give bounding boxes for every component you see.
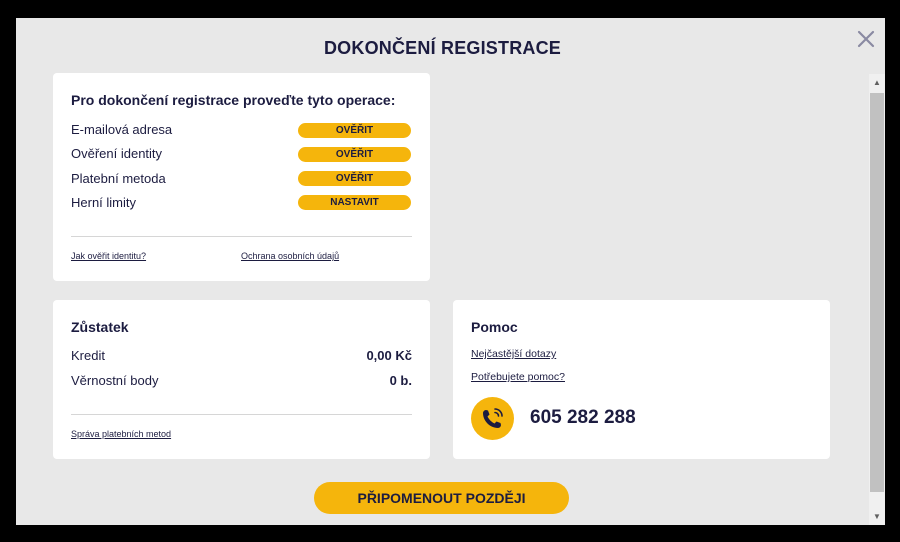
credit-value: 0,00 Kč: [366, 348, 412, 363]
task-label-payment: Platební metoda: [71, 171, 166, 186]
faq-link[interactable]: Nejčastější dotazy: [471, 348, 556, 360]
manage-payment-methods-link[interactable]: Správa platebních metod: [71, 429, 171, 439]
tasks-heading: Pro dokončení registrace proveďte tyto o…: [71, 92, 396, 108]
modal-title: DOKONČENÍ REGISTRACE: [323, 38, 561, 58]
balance-heading: Zůstatek: [71, 319, 129, 335]
remind-later-button[interactable]: PŘIPOMENOUT POZDĚJI: [314, 482, 569, 514]
verify-payment-button[interactable]: OVĚŘIT: [298, 171, 411, 186]
loyalty-points-value: 0 b.: [389, 373, 412, 388]
phone-number[interactable]: 605 282 288: [530, 407, 636, 429]
verify-identity-button[interactable]: OVĚŘIT: [298, 147, 411, 162]
close-icon[interactable]: [854, 27, 878, 51]
scrollbar-thumb[interactable]: [870, 93, 884, 492]
verify-email-button[interactable]: OVĚŘIT: [298, 123, 411, 138]
scroll-up-icon[interactable]: ▲: [869, 76, 885, 90]
scroll-down-icon[interactable]: ▼: [869, 510, 885, 524]
tasks-divider: [71, 236, 412, 237]
set-limits-button[interactable]: NASTAVIT: [298, 195, 411, 210]
help-card: Pomoc Nejčastější dotazy Potřebujete pom…: [453, 300, 830, 459]
task-label-email: E-mailová adresa: [71, 122, 173, 137]
need-help-link[interactable]: Potřebujete pomoc?: [471, 371, 565, 383]
balance-divider: [71, 414, 412, 415]
privacy-link[interactable]: Ochrana osobních údajů: [241, 251, 339, 261]
verify-identity-help-link[interactable]: Jak ověřit identitu?: [71, 251, 146, 261]
registration-modal: DOKONČENÍ REGISTRACE Pro dokončení regis…: [16, 18, 885, 525]
help-heading: Pomoc: [471, 319, 518, 335]
tasks-card: Pro dokončení registrace proveďte tyto o…: [53, 73, 430, 281]
task-label-identity: Ověření identity: [71, 146, 163, 161]
phone-icon: [471, 397, 514, 440]
task-label-limits: Herní limity: [71, 195, 137, 210]
loyalty-points-label: Věrnostní body: [71, 373, 159, 388]
credit-label: Kredit: [71, 348, 105, 363]
balance-card: Zůstatek Kredit 0,00 Kč Věrnostní body 0…: [53, 300, 430, 459]
